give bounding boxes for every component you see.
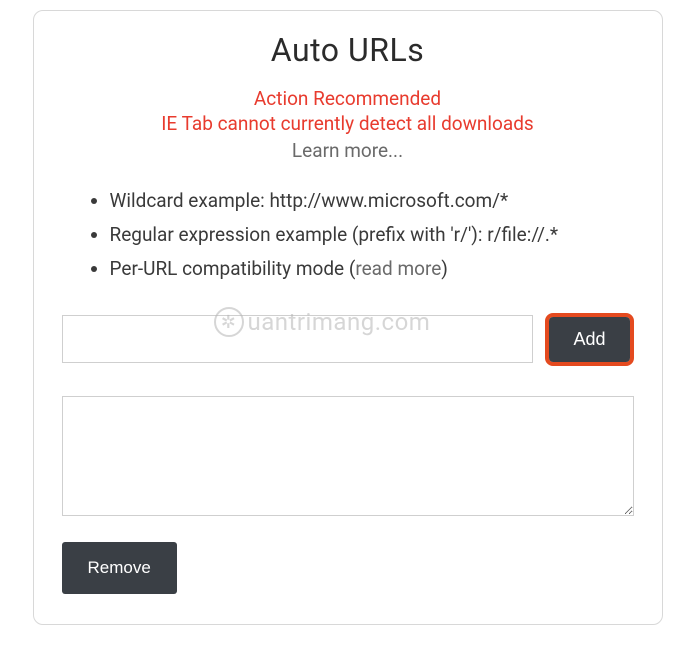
remove-button[interactable]: Remove bbox=[62, 542, 177, 594]
warning-heading: Action Recommended bbox=[62, 87, 634, 110]
list-item: Per-URL compatibility mode (read more) bbox=[110, 252, 634, 286]
auto-urls-panel: Auto URLs Action Recommended IE Tab cann… bbox=[33, 10, 663, 625]
url-input-row: Add bbox=[62, 313, 634, 366]
url-list-textarea[interactable] bbox=[62, 396, 634, 516]
list-item: Regular expression example (prefix with … bbox=[110, 218, 634, 252]
page-title: Auto URLs bbox=[62, 31, 634, 69]
learn-more-link[interactable]: Learn more... bbox=[62, 139, 634, 162]
examples-list: Wildcard example: http://www.microsoft.c… bbox=[62, 184, 634, 287]
read-more-link[interactable]: read more bbox=[355, 257, 441, 280]
list-item: Wildcard example: http://www.microsoft.c… bbox=[110, 184, 634, 218]
add-button[interactable]: Add bbox=[549, 317, 629, 362]
url-input[interactable] bbox=[62, 315, 534, 363]
warning-detail: IE Tab cannot currently detect all downl… bbox=[62, 112, 634, 135]
add-button-highlight: Add bbox=[545, 313, 633, 366]
list-item-text: ) bbox=[441, 257, 448, 280]
list-item-text: Per-URL compatibility mode ( bbox=[110, 257, 356, 280]
